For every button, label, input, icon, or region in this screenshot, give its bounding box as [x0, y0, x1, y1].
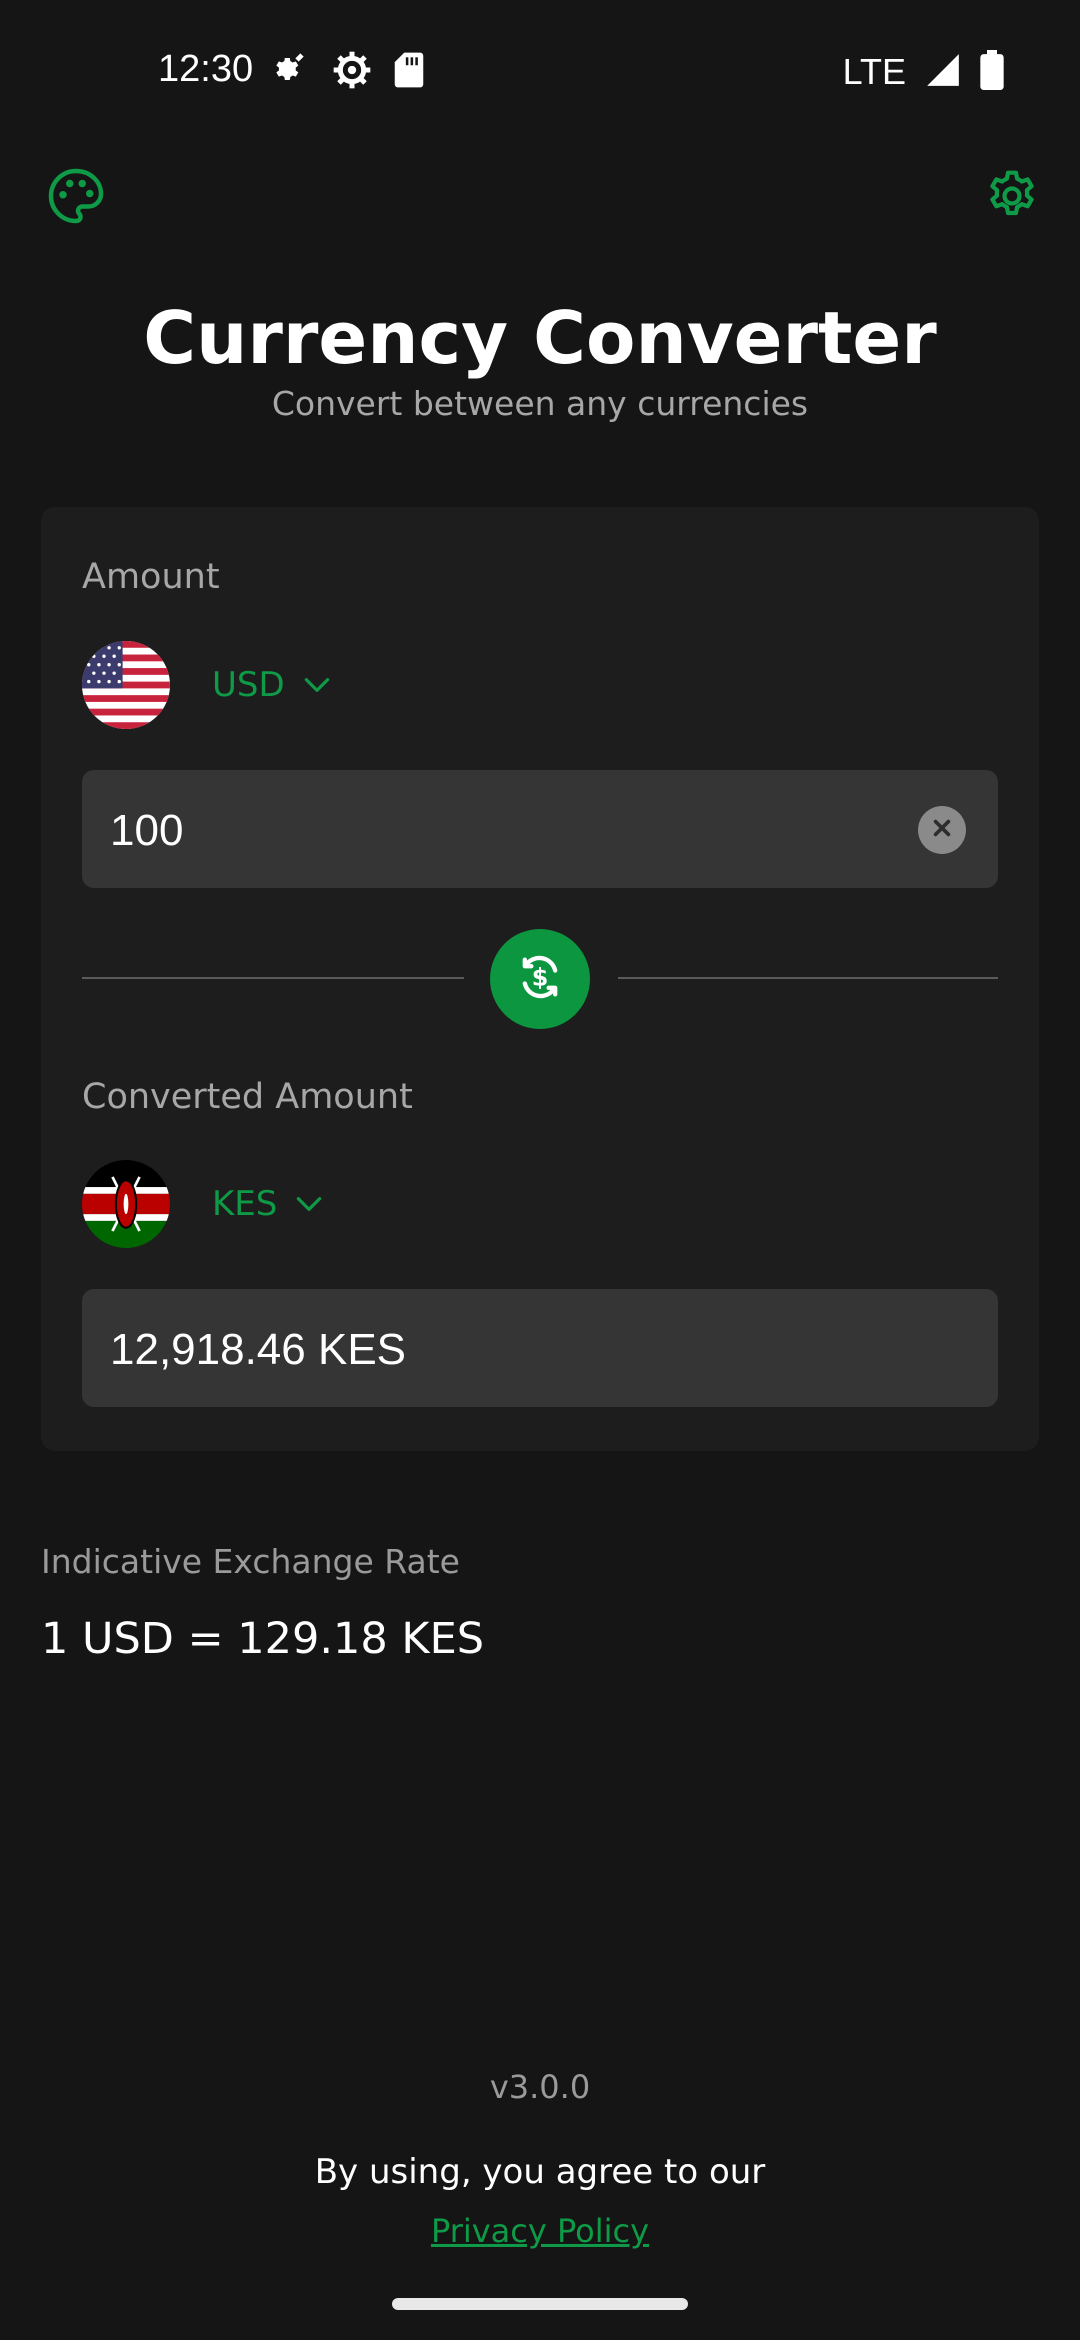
amount-label: Amount	[82, 557, 220, 597]
currency-swap-icon: $	[514, 951, 566, 1007]
exchange-rate-value: 1 USD = 129.18 KES	[41, 1614, 485, 1664]
privacy-policy-link-row: Privacy Policy	[0, 2212, 1080, 2250]
exchange-rate-label: Indicative Exchange Rate	[41, 1542, 460, 1581]
page-subtitle: Convert between any currencies	[271, 384, 809, 423]
converter-card: Amount USD 100 $ Converted Amount KES 12…	[41, 507, 1039, 1451]
converted-amount-value: 12,918.46 KES	[110, 1325, 407, 1374]
chevron-down-icon	[301, 669, 333, 701]
network-type: LTE	[842, 51, 906, 92]
palette-icon	[46, 166, 106, 230]
amount-input[interactable]: 100	[82, 770, 998, 888]
privacy-policy-link[interactable]: Privacy Policy	[431, 2212, 649, 2250]
app-version: v3.0.0	[489, 2068, 591, 2106]
to-currency-code: KES	[212, 1184, 278, 1224]
chevron-down-icon	[293, 1188, 325, 1220]
us-flag-icon	[82, 641, 170, 729]
divider-left	[82, 977, 464, 979]
app-screen: 12:30 LTE Currency Converter Convert bet…	[0, 0, 1080, 2340]
gear-icon	[984, 168, 1040, 228]
converted-amount-label: Converted Amount	[82, 1077, 413, 1117]
status-icons-right: LTE	[843, 50, 1004, 94]
divider-right	[618, 977, 998, 979]
kenya-flag-icon	[82, 1160, 170, 1248]
sd-card-icon	[392, 51, 426, 93]
settings-icon	[332, 50, 372, 94]
home-indicator[interactable]	[392, 2298, 688, 2310]
close-icon	[931, 817, 953, 843]
battery-icon	[980, 50, 1004, 94]
page-title: Currency Converter	[143, 296, 937, 380]
from-currency-code: USD	[212, 665, 285, 705]
converted-amount-field: 12,918.46 KES	[82, 1289, 998, 1407]
signal-icon	[924, 51, 962, 93]
agreement-text: By using, you agree to our	[314, 2152, 766, 2192]
to-currency-selector[interactable]: KES	[82, 1160, 325, 1248]
status-bar: 12:30 LTE	[0, 0, 1080, 140]
amount-input-value: 100	[110, 806, 184, 855]
theme-palette-button[interactable]	[36, 158, 116, 238]
svg-text:$: $	[532, 964, 549, 992]
swap-currencies-button[interactable]: $	[490, 929, 590, 1029]
gear-icon	[272, 50, 312, 94]
settings-button[interactable]	[972, 158, 1052, 238]
status-time: 12:30	[158, 48, 254, 90]
from-currency-selector[interactable]: USD	[82, 641, 333, 729]
status-icons-left	[272, 50, 426, 94]
clear-amount-button[interactable]	[918, 806, 966, 854]
